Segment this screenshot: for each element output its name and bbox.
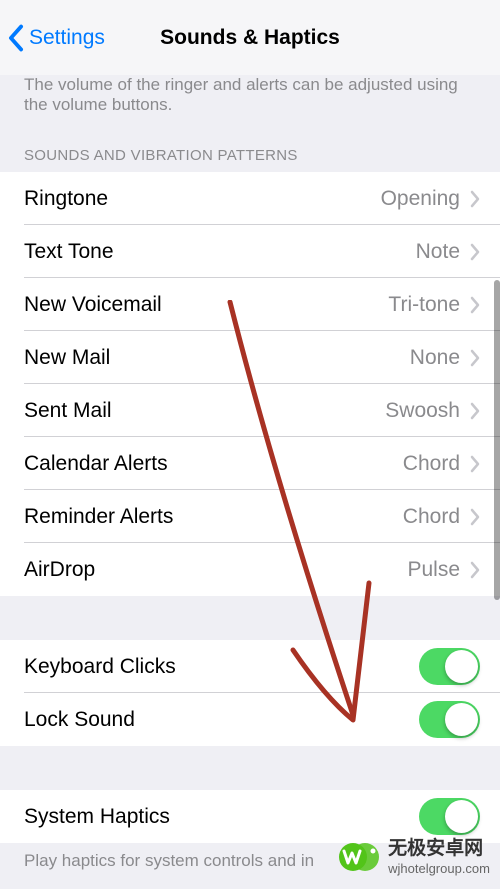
system-haptics-switch[interactable] — [419, 798, 480, 835]
switch-knob — [445, 650, 478, 683]
row-calendar-alerts[interactable]: Calendar Alerts Chord — [0, 437, 500, 490]
row-label: Calendar Alerts — [24, 452, 403, 476]
row-sent-mail[interactable]: Sent Mail Swoosh — [0, 384, 500, 437]
row-new-mail[interactable]: New Mail None — [0, 331, 500, 384]
back-label: Settings — [29, 26, 105, 50]
row-value: None — [410, 346, 460, 370]
row-label: Sent Mail — [24, 399, 385, 423]
scrollbar-indicator — [494, 280, 500, 600]
row-label: New Mail — [24, 346, 410, 370]
row-value: Opening — [381, 187, 460, 211]
row-label: AirDrop — [24, 558, 407, 582]
row-label: System Haptics — [24, 805, 419, 829]
keyboard-clicks-switch[interactable] — [419, 648, 480, 685]
chevron-left-icon — [8, 24, 24, 52]
chevron-right-icon — [470, 296, 480, 314]
row-value: Chord — [403, 505, 460, 529]
row-value: Swoosh — [385, 399, 460, 423]
ringer-footer-text: The volume of the ringer and alerts can … — [0, 75, 500, 129]
row-new-voicemail[interactable]: New Voicemail Tri-tone — [0, 278, 500, 331]
row-label: New Voicemail — [24, 293, 388, 317]
row-value: Pulse — [407, 558, 460, 582]
chevron-right-icon — [470, 349, 480, 367]
watermark-url: wjhotelgroup.com — [388, 861, 490, 877]
chevron-right-icon — [470, 243, 480, 261]
watermark-title: 无极安卓网 — [388, 838, 490, 861]
watermark-logo-icon — [335, 833, 383, 881]
content-area: The volume of the ringer and alerts can … — [0, 75, 500, 885]
row-keyboard-clicks: Keyboard Clicks — [0, 640, 500, 693]
switch-knob — [445, 703, 478, 736]
row-label: Keyboard Clicks — [24, 655, 419, 679]
nav-bar: Settings Sounds & Haptics — [0, 0, 500, 75]
row-value: Tri-tone — [388, 293, 460, 317]
chevron-right-icon — [470, 190, 480, 208]
group-spacer — [0, 746, 500, 790]
lock-sound-switch[interactable] — [419, 701, 480, 738]
section-header-sounds: SOUNDS AND VIBRATION PATTERNS — [0, 129, 500, 172]
row-reminder-alerts[interactable]: Reminder Alerts Chord — [0, 490, 500, 543]
watermark-text: 无极安卓网 wjhotelgroup.com — [388, 838, 490, 876]
row-value: Chord — [403, 452, 460, 476]
switch-knob — [445, 800, 478, 833]
row-label: Lock Sound — [24, 708, 419, 732]
row-text-tone[interactable]: Text Tone Note — [0, 225, 500, 278]
chevron-right-icon — [470, 455, 480, 473]
row-label: Ringtone — [24, 187, 381, 211]
row-airdrop[interactable]: AirDrop Pulse — [0, 543, 500, 596]
clicks-group: Keyboard Clicks Lock Sound — [0, 640, 500, 746]
row-label: Reminder Alerts — [24, 505, 403, 529]
row-lock-sound: Lock Sound — [0, 693, 500, 746]
watermark: 无极安卓网 wjhotelgroup.com — [335, 833, 490, 881]
row-value: Note — [416, 240, 460, 264]
row-ringtone[interactable]: Ringtone Opening — [0, 172, 500, 225]
chevron-right-icon — [470, 561, 480, 579]
sounds-group: Ringtone Opening Text Tone Note New Voic… — [0, 172, 500, 596]
back-button[interactable]: Settings — [8, 24, 105, 52]
group-spacer — [0, 596, 500, 640]
chevron-right-icon — [470, 508, 480, 526]
row-label: Text Tone — [24, 240, 416, 264]
chevron-right-icon — [470, 402, 480, 420]
